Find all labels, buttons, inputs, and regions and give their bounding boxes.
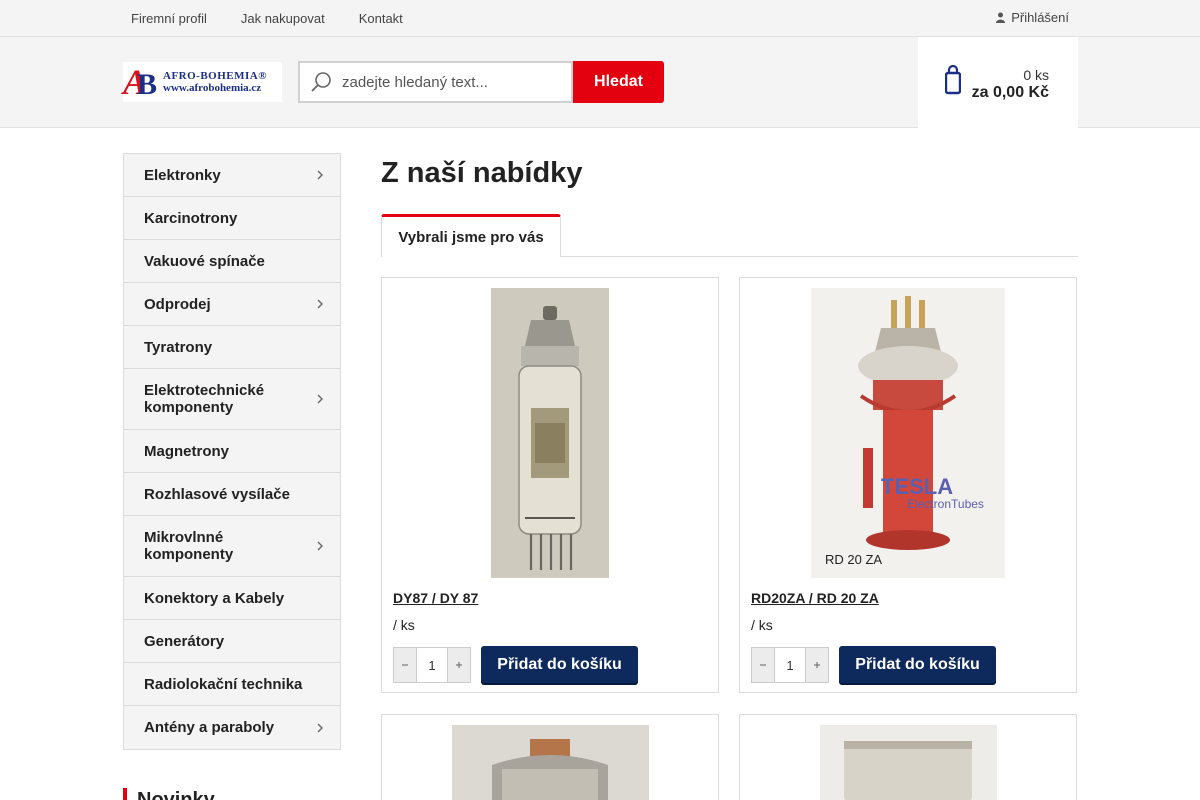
category-sidebar: Elektronky Karcinotrony Vakuové spínače … <box>123 153 341 750</box>
cart-qty: 0 ks <box>1023 67 1049 83</box>
image-caption: RD 20 ZA <box>825 552 883 567</box>
sidebar-item-odprodej[interactable]: Odprodej <box>124 283 340 326</box>
header: A B AFRO-BOHEMIA® www.afrobohemia.cz Hle… <box>0 37 1200 128</box>
sidebar-item-karcinotrony[interactable]: Karcinotrony <box>124 197 340 240</box>
minus-icon <box>402 664 408 666</box>
chevron-right-icon <box>317 541 323 551</box>
cart[interactable]: 0 ks za 0,00 Kč <box>918 37 1078 128</box>
increase-qty-button[interactable] <box>448 648 470 682</box>
plus-icon <box>456 662 462 668</box>
product-image[interactable] <box>491 288 609 578</box>
quantity-input[interactable]: 1 <box>774 648 806 682</box>
sidebar-item-elektrotechnicke-komponenty[interactable]: Elektrotechnické komponenty <box>124 369 340 430</box>
top-nav-link-contact[interactable]: Kontakt <box>359 11 403 26</box>
quantity-stepper: 1 <box>751 647 829 683</box>
chevron-right-icon <box>317 170 323 180</box>
tab-bar: Vybrali jsme pro vás <box>381 214 1078 257</box>
copper-tube-image <box>452 725 649 800</box>
cart-price: za 0,00 Kč <box>971 84 1049 101</box>
page-title: Z naší nabídky <box>381 157 583 189</box>
quantity-input[interactable]: 1 <box>416 648 448 682</box>
search-bar: Hledat <box>298 61 664 103</box>
increase-qty-button[interactable] <box>806 648 828 682</box>
logo[interactable]: A B AFRO-BOHEMIA® www.afrobohemia.cz <box>123 62 282 102</box>
sidebar-item-rozhlasove-vysilace[interactable]: Rozhlasové vysílače <box>124 473 340 516</box>
user-icon <box>996 12 1006 23</box>
product-card: DY87 / DY 87 / ks 1 Přidat do košíku <box>381 277 719 693</box>
sidebar-item-radiolokacni-technika[interactable]: Radiolokační technika <box>124 663 340 706</box>
product-unit: / ks <box>393 617 415 633</box>
search-icon <box>311 72 331 92</box>
tab-recommended[interactable]: Vybrali jsme pro vás <box>381 214 561 257</box>
logo-url: www.afrobohemia.cz <box>163 82 262 94</box>
product-card <box>381 714 719 800</box>
sidebar-item-generatory[interactable]: Generátory <box>124 620 340 663</box>
plus-icon <box>814 662 820 668</box>
brand-subtext: ElectronTubes <box>907 497 984 511</box>
search-box <box>298 61 573 103</box>
top-bar: Firemní profil Jak nakupovat Kontakt Při… <box>0 0 1200 37</box>
cart-icon <box>945 65 961 95</box>
logo-mark: A B <box>123 62 158 102</box>
decrease-qty-button[interactable] <box>752 648 774 682</box>
product-name-link[interactable]: RD20ZA / RD 20 ZA <box>751 590 879 606</box>
top-nav-link-how-to-buy[interactable]: Jak nakupovat <box>241 11 325 26</box>
quantity-stepper: 1 <box>393 647 471 683</box>
top-nav: Firemní profil Jak nakupovat Kontakt <box>123 0 429 37</box>
sidebar-item-elektronky[interactable]: Elektronky <box>124 154 340 197</box>
sidebar-item-mikrovlnne-komponenty[interactable]: Mikrovlnné komponenty <box>124 516 340 577</box>
sidebar-item-magnetrony[interactable]: Magnetrony <box>124 430 340 473</box>
top-nav-link-company[interactable]: Firemní profil <box>131 11 207 26</box>
minus-icon <box>760 664 766 666</box>
sidebar-item-anteny-a-paraboly[interactable]: Antény a paraboly <box>124 706 340 749</box>
novinky-heading: Novinky <box>123 788 215 800</box>
login-label: Přihlášení <box>1011 10 1069 25</box>
product-name-link[interactable]: DY87 / DY 87 <box>393 590 478 606</box>
product-image[interactable] <box>820 725 997 800</box>
decrease-qty-button[interactable] <box>394 648 416 682</box>
product-image[interactable] <box>452 725 649 800</box>
add-to-cart-button[interactable]: Přidat do košíku <box>481 646 638 683</box>
tesla-tube-image <box>811 288 1005 578</box>
chevron-right-icon <box>317 723 323 732</box>
ceramic-tube-image <box>820 725 997 800</box>
chevron-right-icon <box>317 394 323 404</box>
chevron-right-icon <box>317 299 323 309</box>
login-link[interactable]: Přihlášení <box>996 10 1069 25</box>
add-to-cart-button[interactable]: Přidat do košíku <box>839 646 996 683</box>
vacuum-tube-image <box>491 288 609 578</box>
logo-name: AFRO-BOHEMIA® <box>163 70 267 82</box>
sidebar-item-konektory-a-kabely[interactable]: Konektory a Kabely <box>124 577 340 620</box>
product-unit: / ks <box>751 617 773 633</box>
search-button[interactable]: Hledat <box>573 61 664 103</box>
product-image[interactable]: TESLA ElectronTubes RD 20 ZA <box>811 288 1005 578</box>
sidebar-item-tyratrony[interactable]: Tyratrony <box>124 326 340 369</box>
product-card <box>739 714 1077 800</box>
sidebar-item-vakuove-spinace[interactable]: Vakuové spínače <box>124 240 340 283</box>
product-card: TESLA ElectronTubes RD 20 ZA RD20ZA / RD… <box>739 277 1077 693</box>
search-input[interactable] <box>342 73 562 91</box>
